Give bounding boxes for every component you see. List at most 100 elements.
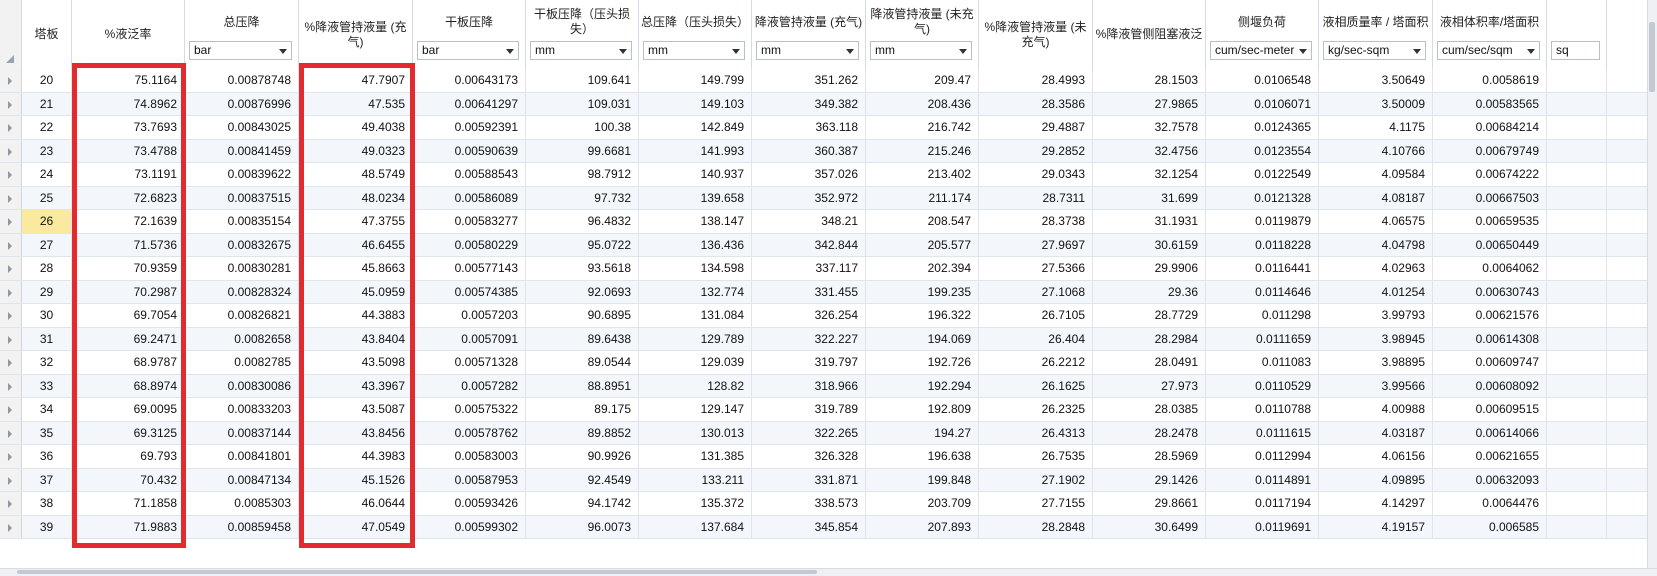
cell-partial[interactable]: [1547, 327, 1607, 350]
cell-weir_load[interactable]: 0.0110788: [1206, 398, 1319, 421]
cell-liq_mass_rate[interactable]: 4.14297: [1319, 492, 1433, 515]
cell-total_dp_head[interactable]: 142.849: [639, 116, 752, 139]
cell-liq_vol_rate[interactable]: 0.00674222: [1433, 163, 1547, 186]
cell-total_dp_head[interactable]: 129.039: [639, 351, 752, 374]
column-header-dc_holdup_aerated_mm[interactable]: 降液管持液量 (充气) mm: [752, 0, 866, 69]
cell-partial[interactable]: [1547, 445, 1607, 468]
cell-flood[interactable]: 72.1639: [72, 210, 185, 233]
cell-dc_holdup_unaerated_pct[interactable]: 29.4887: [979, 116, 1093, 139]
cell-weir_load[interactable]: 0.0121328: [1206, 186, 1319, 209]
cell-dry_dp[interactable]: 0.00599302: [413, 515, 526, 538]
cell-flood[interactable]: 70.9359: [72, 257, 185, 280]
unit-dropdown-total_dp_head[interactable]: mm: [643, 41, 745, 60]
column-header-dc_choke_flood[interactable]: %降液管侧阻塞液泛: [1093, 0, 1206, 69]
cell-dc_choke_flood[interactable]: 31.1931: [1093, 210, 1206, 233]
table-row[interactable]: 26 72.1639 0.00835154 47.3755 0.00583277 96.4…: [0, 210, 1657, 234]
cell-dc_holdup_unaerated_mm[interactable]: 202.394: [866, 257, 979, 280]
row-handle[interactable]: [0, 257, 22, 280]
cell-dc_holdup_aerated_mm[interactable]: 318.966: [752, 374, 866, 397]
cell-dc_holdup_aerated[interactable]: 45.8663: [299, 257, 413, 280]
cell-stage[interactable]: 33: [22, 374, 72, 397]
cell-liq_vol_rate[interactable]: 0.00621655: [1433, 445, 1547, 468]
cell-total_dp[interactable]: 0.00832675: [185, 233, 299, 256]
cell-dry_dp_head[interactable]: 109.641: [526, 69, 639, 92]
cell-weir_load[interactable]: 0.0124365: [1206, 116, 1319, 139]
cell-dry_dp_head[interactable]: 95.0722: [526, 233, 639, 256]
row-handle[interactable]: [0, 374, 22, 397]
cell-liq_vol_rate[interactable]: 0.00614066: [1433, 421, 1547, 444]
cell-dry_dp_head[interactable]: 89.0544: [526, 351, 639, 374]
cell-liq_mass_rate[interactable]: 4.09584: [1319, 163, 1433, 186]
cell-total_dp_head[interactable]: 138.147: [639, 210, 752, 233]
cell-dc_holdup_aerated_mm[interactable]: 348.21: [752, 210, 866, 233]
table-row[interactable]: 21 74.8962 0.00876996 47.535 0.00641297 109.0…: [0, 92, 1657, 116]
cell-dc_holdup_aerated[interactable]: 47.0549: [299, 515, 413, 538]
cell-dc_holdup_unaerated_mm[interactable]: 209.47: [866, 69, 979, 92]
cell-weir_load[interactable]: 0.0122549: [1206, 163, 1319, 186]
cell-dc_choke_flood[interactable]: 27.9865: [1093, 92, 1206, 115]
cell-dc_choke_flood[interactable]: 32.1254: [1093, 163, 1206, 186]
cell-liq_vol_rate[interactable]: 0.00679749: [1433, 139, 1547, 162]
table-row[interactable]: 34 69.0095 0.00833203 43.5087 0.00575322 89.1…: [0, 398, 1657, 422]
cell-dry_dp_head[interactable]: 97.732: [526, 186, 639, 209]
cell-dc_holdup_aerated_mm[interactable]: 338.573: [752, 492, 866, 515]
cell-dc_holdup_aerated_mm[interactable]: 345.854: [752, 515, 866, 538]
cell-liq_vol_rate[interactable]: 0.00621576: [1433, 304, 1547, 327]
cell-dry_dp_head[interactable]: 89.8852: [526, 421, 639, 444]
row-handle[interactable]: [0, 210, 22, 233]
table-row[interactable]: 30 69.7054 0.00826821 44.3883 0.0057203 90.68…: [0, 304, 1657, 328]
cell-liq_mass_rate[interactable]: 4.04798: [1319, 233, 1433, 256]
cell-weir_load[interactable]: 0.0114646: [1206, 280, 1319, 303]
cell-total_dp[interactable]: 0.00826821: [185, 304, 299, 327]
cell-dc_holdup_unaerated_mm[interactable]: 208.436: [866, 92, 979, 115]
cell-dry_dp[interactable]: 0.00590639: [413, 139, 526, 162]
cell-liq_vol_rate[interactable]: 0.0064476: [1433, 492, 1547, 515]
cell-dc_holdup_aerated_mm[interactable]: 319.789: [752, 398, 866, 421]
table-row[interactable]: 32 68.9787 0.0082785 43.5098 0.00571328 89.05…: [0, 351, 1657, 375]
cell-stage[interactable]: 37: [22, 468, 72, 491]
cell-dry_dp_head[interactable]: 94.1742: [526, 492, 639, 515]
column-header-weir_load[interactable]: 侧堰负荷 cum/sec-meter: [1206, 0, 1319, 69]
cell-weir_load[interactable]: 0.0117194: [1206, 492, 1319, 515]
cell-liq_vol_rate[interactable]: 0.00583565: [1433, 92, 1547, 115]
row-handle[interactable]: [0, 69, 22, 92]
cell-dry_dp[interactable]: 0.00587953: [413, 468, 526, 491]
cell-flood[interactable]: 69.793: [72, 445, 185, 468]
cell-stage[interactable]: 24: [22, 163, 72, 186]
cell-dc_holdup_unaerated_pct[interactable]: 26.1625: [979, 374, 1093, 397]
cell-dc_choke_flood[interactable]: 28.2478: [1093, 421, 1206, 444]
cell-flood[interactable]: 70.2987: [72, 280, 185, 303]
cell-partial[interactable]: [1547, 421, 1607, 444]
cell-dc_choke_flood[interactable]: 28.5969: [1093, 445, 1206, 468]
cell-dc_choke_flood[interactable]: 29.1426: [1093, 468, 1206, 491]
cell-dc_holdup_unaerated_mm[interactable]: 192.294: [866, 374, 979, 397]
cell-partial[interactable]: [1547, 280, 1607, 303]
cell-dc_holdup_unaerated_pct[interactable]: 26.2325: [979, 398, 1093, 421]
cell-partial[interactable]: [1547, 304, 1607, 327]
cell-dc_holdup_aerated[interactable]: 48.0234: [299, 186, 413, 209]
cell-dry_dp[interactable]: 0.00588543: [413, 163, 526, 186]
column-header-dry_dp[interactable]: 干板压降 bar: [413, 0, 526, 69]
table-row[interactable]: 33 68.8974 0.00830086 43.3967 0.0057282 88.89…: [0, 374, 1657, 398]
table-row[interactable]: 28 70.9359 0.00830281 45.8663 0.00577143 93.5…: [0, 257, 1657, 281]
cell-dc_choke_flood[interactable]: 29.36: [1093, 280, 1206, 303]
cell-stage[interactable]: 22: [22, 116, 72, 139]
cell-total_dp[interactable]: 0.00878748: [185, 69, 299, 92]
cell-dc_holdup_aerated[interactable]: 47.535: [299, 92, 413, 115]
cell-stage[interactable]: 36: [22, 445, 72, 468]
cell-flood[interactable]: 69.2471: [72, 327, 185, 350]
cell-total_dp_head[interactable]: 128.82: [639, 374, 752, 397]
cell-dc_holdup_aerated[interactable]: 45.1526: [299, 468, 413, 491]
cell-dc_holdup_aerated[interactable]: 47.3755: [299, 210, 413, 233]
cell-dry_dp[interactable]: 0.00578762: [413, 421, 526, 444]
cell-flood[interactable]: 71.9883: [72, 515, 185, 538]
cell-dc_holdup_aerated_mm[interactable]: 331.455: [752, 280, 866, 303]
cell-liq_mass_rate[interactable]: 3.99793: [1319, 304, 1433, 327]
cell-dc_holdup_unaerated_mm[interactable]: 215.246: [866, 139, 979, 162]
cell-stage[interactable]: 29: [22, 280, 72, 303]
cell-partial[interactable]: [1547, 163, 1607, 186]
cell-dry_dp[interactable]: 0.00643173: [413, 69, 526, 92]
column-header-partial[interactable]: sq: [1547, 0, 1607, 69]
cell-dc_holdup_unaerated_pct[interactable]: 27.9697: [979, 233, 1093, 256]
table-row[interactable]: 31 69.2471 0.0082658 43.8404 0.0057091 89.643…: [0, 327, 1657, 351]
